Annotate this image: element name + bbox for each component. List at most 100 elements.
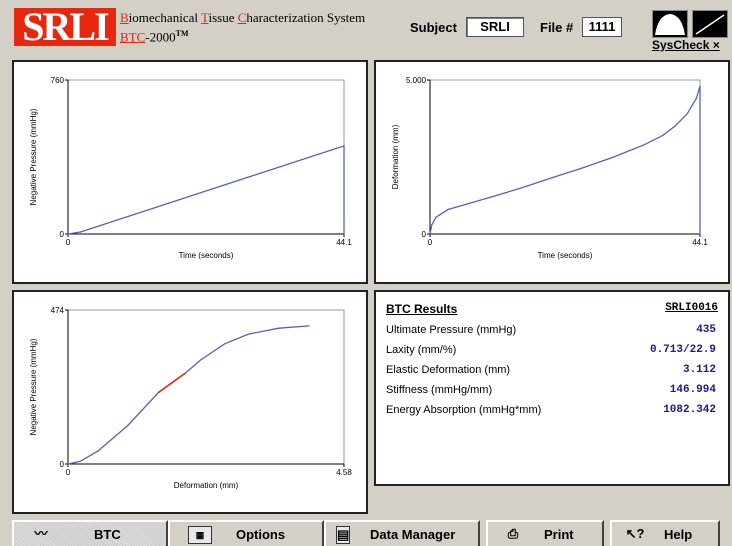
tab-label: Print [544, 527, 574, 542]
x-max-tick-label: 44.1 [336, 238, 352, 247]
data-point [224, 343, 226, 345]
syscheck-curve-icon[interactable] [652, 10, 688, 38]
syscheck-line-icon[interactable] [692, 10, 728, 38]
data-manager-icon: ▤ [336, 526, 350, 544]
pressure-time-chart: 760 0 0 44.1 Time (seconds) Negative Pressure… [12, 60, 368, 284]
tab-data-manager[interactable]: ▤ Data Manager [324, 520, 480, 546]
data-series-line [67, 325, 310, 465]
data-point [521, 187, 523, 189]
data-point [199, 359, 202, 361]
results-title: BTC Results [386, 302, 458, 316]
result-row: Elastic Deformation (mm) 3.112 [386, 364, 716, 380]
help-pointer-icon: ↖? [625, 526, 645, 541]
header: SRLI Biomechanical Tissue Characterizati… [0, 0, 732, 58]
data-point [429, 233, 431, 235]
x-max-tick-label: 4.58 [336, 468, 352, 477]
tab-label: BTC [94, 527, 121, 542]
tab-print[interactable]: ⎙ Print [486, 520, 604, 546]
data-point [490, 196, 492, 198]
srli-logo: SRLI [14, 8, 116, 46]
tab-label: Options [236, 527, 286, 542]
data-point [643, 144, 645, 146]
y-axis-label: Negative Pressure (mmHg) [29, 108, 38, 205]
tab-label: Help [664, 527, 693, 542]
x-min-tick-label: 0 [66, 238, 71, 247]
pressure-deformation-svg: 474 00 4.58 Deformation (mm) Negative Pressu… [29, 306, 352, 490]
tab-options[interactable]: ▦ Options [168, 520, 324, 546]
data-point [248, 333, 250, 335]
tab-label: Data Manager [370, 527, 456, 542]
y-max-tick-label: 760 [51, 76, 65, 85]
result-label: Ultimate Pressure (mmHg) [386, 324, 517, 336]
trademark: TM [175, 29, 189, 38]
title-model: -2000 [145, 29, 176, 45]
data-point [466, 203, 468, 205]
data-point [67, 463, 69, 465]
title-part: haracterization System [246, 10, 366, 25]
plot-frame [429, 79, 701, 235]
result-value: 0.713/22.9 [649, 344, 716, 356]
data-point [686, 113, 688, 115]
y-min-tick-label: 0 [60, 460, 65, 469]
y-min-tick-label: 0 [60, 230, 65, 239]
title-b: B [120, 10, 129, 25]
btc-chart-icon: 〰 [34, 526, 48, 541]
tab-help[interactable]: ↖? Help [610, 520, 720, 546]
data-point [435, 216, 437, 218]
data-point [431, 224, 433, 226]
y-min-tick-label: 0 [422, 230, 427, 239]
x-max-tick-label: 44.1 [692, 238, 708, 247]
data-point [699, 233, 701, 235]
title-part: issue [208, 10, 238, 25]
results-id: SRLI0016 [665, 302, 718, 314]
syscheck-button[interactable]: SysCheck × [652, 38, 720, 52]
title-part: iomechanical [128, 10, 201, 25]
data-point [662, 134, 664, 137]
data-point [97, 450, 99, 452]
data-series-line [67, 145, 345, 235]
y-max-tick-label: 5.000 [406, 76, 427, 85]
data-point [551, 177, 554, 179]
title-btc: BTC [120, 29, 146, 45]
btc-results-panel: BTC Results SRLI0016 Ultimate Pressure (… [374, 290, 730, 486]
x-axis-label: Deformation (mm) [174, 481, 239, 490]
y-axis-label: Negative Pressure (mmHg) [29, 338, 38, 435]
data-point [613, 156, 615, 158]
subject-field[interactable]: SRLI [466, 17, 524, 37]
data-point [447, 208, 449, 210]
x-min-tick-label: 0 [428, 238, 433, 247]
printer-icon: ⎙ [507, 526, 519, 541]
tab-btc[interactable]: 〰 BTC [12, 520, 168, 546]
data-point [674, 125, 676, 127]
y-max-tick-label: 474 [51, 306, 65, 315]
result-value: 146.994 [669, 384, 716, 396]
deformation-time-chart: 5.000 0 0 44.1 Time (seconds) Deformation (mm… [374, 60, 730, 284]
pressure-deformation-chart: 474 0 0 4.58 Deformation (mm) Negative Pressu… [12, 290, 368, 514]
data-point [278, 327, 280, 329]
data-point [79, 460, 81, 463]
data-point [67, 233, 69, 235]
result-label: Energy Absorption (mmHg*mm) [386, 404, 542, 416]
data-point [79, 231, 82, 233]
pressure-time-svg: 760 00 44.1 Time (seconds) Negative Pressure… [29, 76, 352, 260]
result-value: 435 [696, 324, 716, 336]
app-title: Biomechanical Tissue Characterization Sy… [120, 10, 365, 45]
result-value: 3.112 [682, 364, 716, 376]
result-row: Stiffness (mmHg/mm) 146.994 [386, 384, 716, 400]
subject-label: Subject [410, 20, 457, 35]
result-label: Stiffness (mmHg/mm) [386, 384, 493, 396]
x-axis-label: Time (seconds) [538, 251, 593, 260]
result-label: Elastic Deformation (mm) [386, 364, 511, 376]
data-point [343, 145, 345, 147]
x-min-tick-label: 0 [66, 468, 71, 477]
data-series-line [429, 86, 701, 235]
x-axis-label: Time (seconds) [179, 251, 234, 260]
data-point [343, 233, 345, 235]
y-axis-label: Deformation (mm) [391, 124, 400, 189]
data-point [127, 424, 129, 426]
result-row: Ultimate Pressure (mmHg) 435 [386, 324, 716, 340]
file-label: File # [540, 20, 574, 35]
result-value: 1082.342 [663, 404, 716, 416]
deformation-time-svg: 5.000 00 44.1 Time (seconds) Deformation (mm… [391, 76, 708, 260]
file-number-field[interactable]: 1111 [582, 17, 622, 37]
